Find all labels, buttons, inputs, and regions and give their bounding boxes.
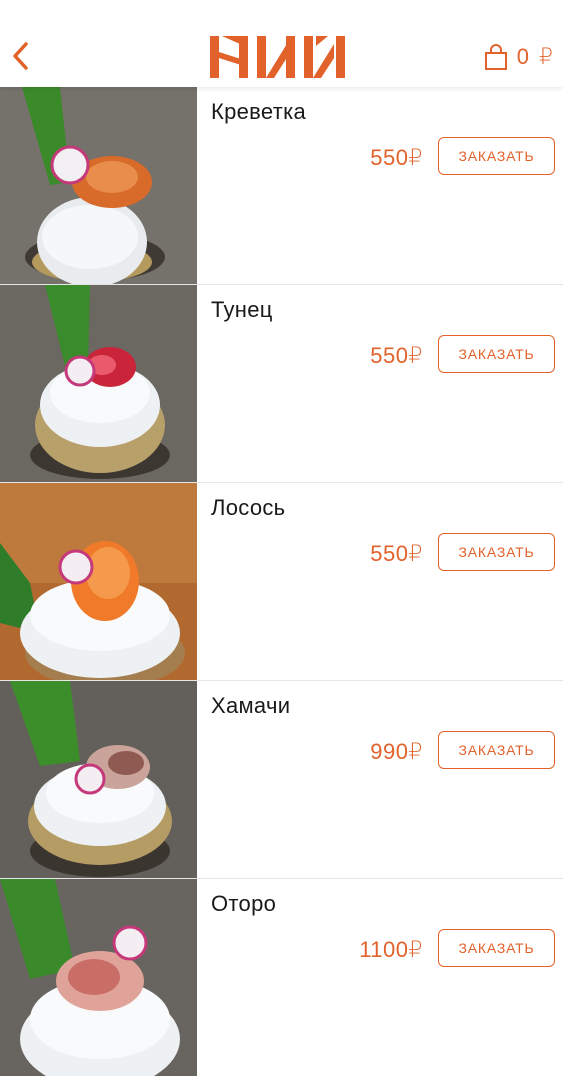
product-image[interactable]	[0, 483, 197, 680]
shopping-bag-icon	[484, 44, 507, 70]
order-button[interactable]: ЗАКАЗАТЬ	[438, 533, 555, 571]
product-name: Креветка	[211, 99, 307, 124]
cart-count: 0	[516, 44, 529, 69]
product-price: 1100₽	[359, 937, 423, 962]
list-item: Оторо 1100₽ ЗАКАЗАТЬ	[0, 879, 563, 1076]
order-button[interactable]: ЗАКАЗАТЬ	[438, 335, 555, 373]
product-name: Хамачи	[211, 693, 291, 718]
list-item: Креветка 550₽ ЗАКАЗАТЬ	[0, 87, 563, 285]
app-header: 0 ₽	[0, 0, 563, 87]
product-price: 990₽	[370, 739, 423, 764]
product-name: Оторо	[211, 891, 277, 916]
product-price: 550₽	[370, 343, 423, 368]
product-name: Тунец	[211, 297, 273, 322]
product-list: Креветка 550₽ ЗАКАЗАТЬ Тунец 550₽ ЗАКАЗА…	[0, 87, 563, 1076]
product-name: Лосось	[211, 495, 286, 520]
order-button[interactable]: ЗАКАЗАТЬ	[438, 137, 555, 175]
back-button[interactable]	[8, 38, 36, 74]
product-image[interactable]	[0, 285, 197, 482]
product-image[interactable]	[0, 879, 197, 1076]
order-button[interactable]: ЗАКАЗАТЬ	[438, 731, 555, 769]
list-item: Хамачи 990₽ ЗАКАЗАТЬ	[0, 681, 563, 879]
product-price: 550₽	[370, 541, 423, 566]
list-item: Лосось 550₽ ЗАКАЗАТЬ	[0, 483, 563, 681]
list-item: Тунец 550₽ ЗАКАЗАТЬ	[0, 285, 563, 483]
product-image[interactable]	[0, 681, 197, 878]
cart-currency: ₽	[539, 44, 553, 69]
cart-button[interactable]: 0 ₽	[483, 40, 553, 74]
brand-logo	[210, 36, 352, 78]
product-price: 550₽	[370, 145, 423, 170]
order-button[interactable]: ЗАКАЗАТЬ	[438, 929, 555, 967]
product-image[interactable]	[0, 87, 197, 284]
chevron-left-icon	[13, 42, 28, 70]
